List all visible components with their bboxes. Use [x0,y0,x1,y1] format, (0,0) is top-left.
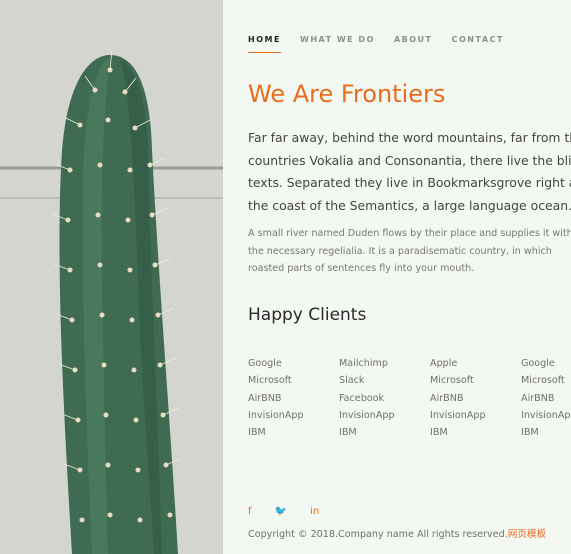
client-name: Microsoft [248,375,292,387]
facebook-icon[interactable]: f [248,506,252,517]
client-name: IBM [430,427,448,439]
hero-image [0,0,223,554]
client-name: AirBNB [521,392,555,404]
clients-heading: Happy Clients [248,305,367,325]
client-name: InvisionApp [430,409,486,421]
nav-what-we-do[interactable]: WHAT WE DO [300,35,375,44]
clients-column-1: Google Microsoft AirBNB InvisionApp IBM [248,355,338,441]
client-name: IBM [339,427,357,439]
client-name: IBM [521,427,539,439]
client-name: Microsoft [521,375,565,387]
linkedin-icon[interactable]: in [310,506,319,517]
nav-about[interactable]: ABOUT [394,35,433,44]
twitter-icon[interactable]: 🐦 [275,506,287,517]
client-name: InvisionApp [521,409,571,421]
client-name: AirBNB [430,392,464,404]
clients-column-4: Google Microsoft AirBNB InvisionApp IBM [521,355,571,441]
client-name: Facebook [339,392,385,404]
footer-copyright: Copyright © 2018.Company name All rights… [248,526,546,540]
client-name: Slack [339,375,365,387]
template-link[interactable]: 网页模板 [508,529,546,540]
client-name: Mailchimp [339,358,388,369]
cactus-illustration [0,0,223,554]
client-name: InvisionApp [248,409,304,421]
clients-column-3: Apple Microsoft AirBNB InvisionApp IBM [430,355,520,441]
nav-home[interactable]: HOME [248,35,281,53]
top-nav: HOME WHAT WE DO ABOUT CONTACT [248,27,518,53]
client-name: Microsoft [430,375,474,387]
client-name: Apple [430,358,458,369]
lead-paragraph: Far far away, behind the word mountains,… [248,130,571,213]
body-paragraph: A small river named Duden flows by their… [248,228,571,274]
client-name: IBM [248,427,266,439]
nav-contact[interactable]: CONTACT [452,35,504,44]
client-name: AirBNB [248,392,282,404]
page-title: We Are Frontiers [248,80,446,108]
client-name: Google [248,358,282,369]
client-name: Google [521,358,555,369]
main-content: HOME WHAT WE DO ABOUT CONTACT We Are Fro… [248,0,571,554]
clients-column-2: Mailchimp Slack Facebook InvisionApp IBM [339,355,429,441]
client-name: InvisionApp [339,409,395,421]
social-links: f 🐦 in [248,499,337,518]
copyright-text: Copyright © 2018.Company name All rights… [248,529,508,540]
